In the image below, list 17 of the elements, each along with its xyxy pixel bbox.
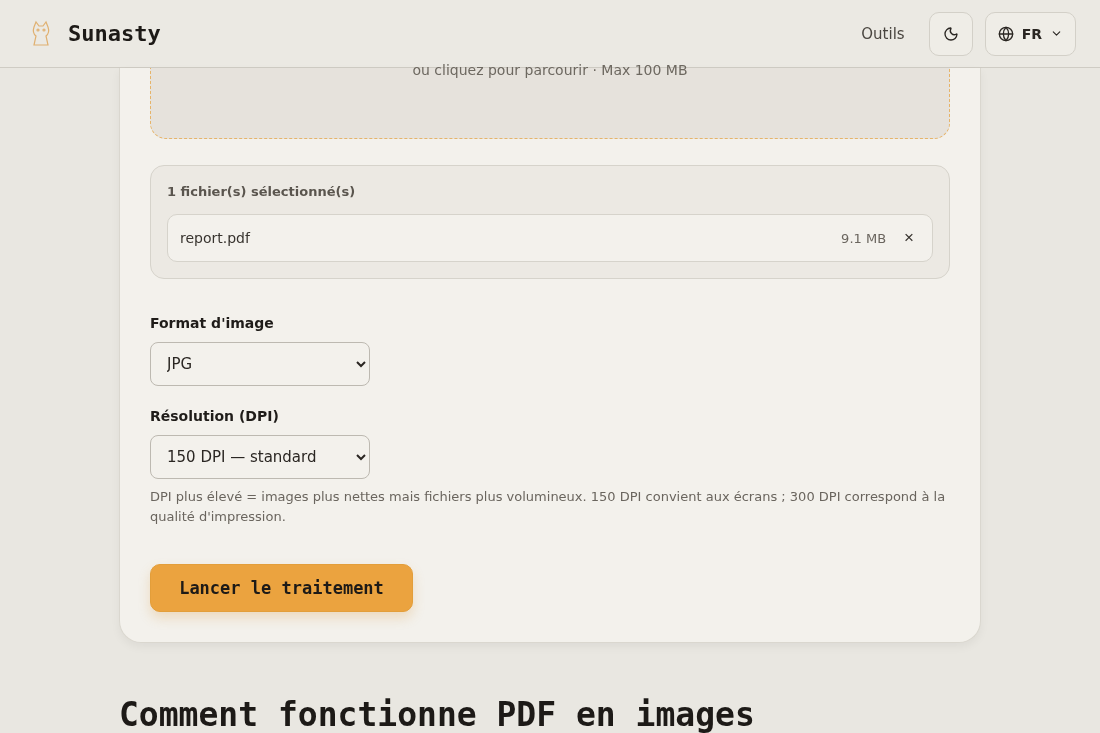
- start-processing-button[interactable]: Lancer le traitement: [150, 564, 413, 612]
- file-size: 9.1 MB: [841, 230, 887, 246]
- field-label: Format d'image: [150, 315, 275, 331]
- field-label: Résolution (DPI): [150, 408, 280, 424]
- brand-name[interactable]: Sunasty: [68, 21, 161, 46]
- section-heading: Comment fonctionne PDF en images: [119, 695, 756, 733]
- dropdown-select[interactable]: JPG: [150, 342, 370, 386]
- selected-files-title: 1 fichier(s) sélectionné(s): [167, 184, 357, 199]
- remove-file-button[interactable]: ×: [900, 228, 918, 248]
- globe-icon: [997, 25, 1014, 42]
- moon-icon: [942, 25, 959, 42]
- dropdown-select[interactable]: 150 DPI — standard: [150, 435, 370, 479]
- file-name: report.pdf: [180, 230, 250, 246]
- tools-link[interactable]: Outils: [861, 24, 905, 43]
- language-button[interactable]: FR: [984, 11, 1076, 56]
- help-text: DPI plus élevé = images plus nettes mais fichiers plus volumineux. 150 DPI convient aux écrans ; 300 DPI correspond à la qualité d'impression.: [150, 488, 947, 526]
- theme-toggle-button[interactable]: [928, 11, 973, 56]
